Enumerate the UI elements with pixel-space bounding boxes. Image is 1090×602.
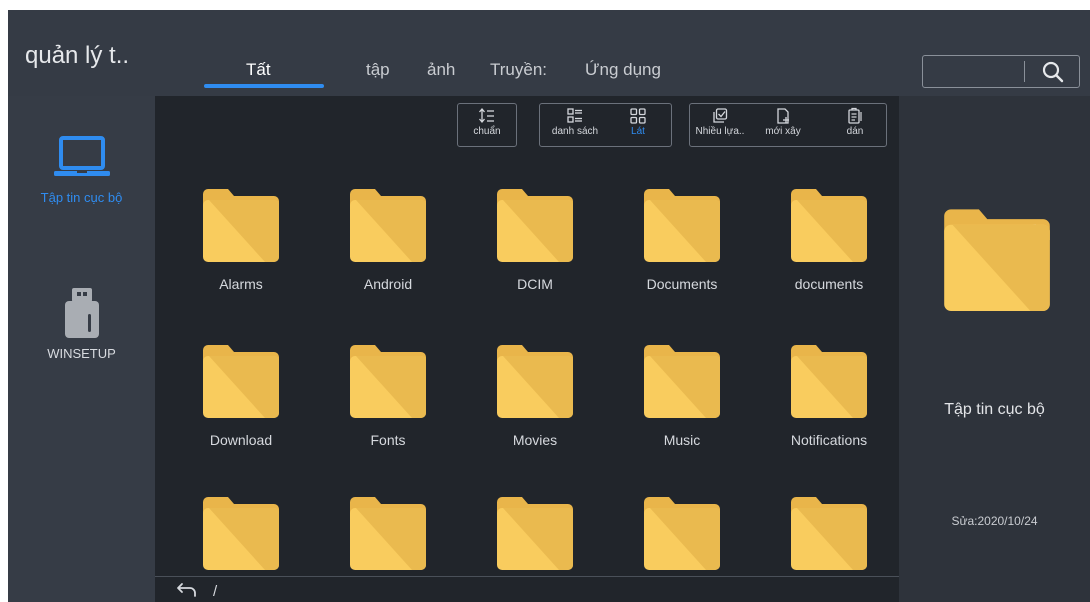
sidebar-item-local[interactable]: Tập tin cục bộ [8, 132, 155, 205]
folder-icon [497, 344, 573, 418]
tab-apps[interactable]: Ứng dụng [585, 60, 661, 80]
folder-item[interactable]: Music [622, 344, 742, 448]
usb-drive-icon [64, 288, 99, 338]
folder-icon [644, 344, 720, 418]
folder-item[interactable]: Alarms [181, 188, 301, 292]
view-group: danh sách Lát [539, 103, 672, 147]
list-view-label: danh sách [551, 126, 599, 137]
folder-icon [791, 496, 867, 570]
folder-item[interactable] [769, 496, 889, 570]
tile-view-button[interactable]: Lát [610, 107, 666, 137]
search-input[interactable] [927, 60, 1023, 84]
header-bar: quản lý t.. Tất tập ảnh Truyền: Ứng dụng [8, 10, 1090, 96]
app-title: quản lý t.. [25, 42, 130, 69]
folder-icon [497, 188, 573, 262]
folder-item[interactable]: Notifications [769, 344, 889, 448]
folder-item[interactable]: Fonts [328, 344, 448, 448]
multi-select-icon [713, 108, 728, 123]
folder-item[interactable]: Movies [475, 344, 595, 448]
current-path: / [213, 583, 218, 600]
folder-name: Movies [512, 432, 558, 448]
sort-icon [479, 107, 494, 124]
folder-icon [203, 496, 279, 570]
actions-group: Nhiều lựa.. mới xây dán [689, 103, 887, 147]
folder-name: Android [363, 276, 413, 292]
detail-title: Tập tin cục bộ [944, 401, 1045, 418]
sidebar: Tập tin cục bộ WINSETUP [8, 96, 155, 602]
folder-icon [350, 344, 426, 418]
folder-name: Music [663, 432, 701, 448]
multi-select-button[interactable]: Nhiều lựa.. [692, 107, 748, 137]
search-field[interactable] [922, 55, 1080, 88]
file-browser: chuẩn danh sách Lát Nhiều lựa.. mới xây … [155, 96, 899, 602]
sidebar-item-label: WINSETUP [47, 346, 116, 361]
new-file-icon [777, 108, 789, 124]
folder-item[interactable]: Documents [622, 188, 742, 292]
search-divider [1024, 61, 1025, 82]
folder-icon [497, 496, 573, 570]
folder-preview-icon [944, 208, 1050, 311]
folder-name: DCIM [517, 276, 553, 292]
folder-item[interactable]: Download [181, 344, 301, 448]
new-label: mới xây [765, 126, 801, 137]
app-window: quản lý t.. Tất tập ảnh Truyền: Ứng dụng [8, 10, 1090, 602]
laptop-icon [53, 136, 110, 176]
sort-label: chuẩn [473, 126, 501, 137]
detail-panel: Tập tin cục bộ Sửa:2020/10/24 [899, 96, 1090, 602]
paste-label: dán [846, 126, 864, 137]
folder-icon [644, 496, 720, 570]
folder-icon [350, 188, 426, 262]
sidebar-item-label: Tập tin cục bộ [40, 190, 123, 205]
folder-item[interactable]: Android [328, 188, 448, 292]
sort-group: chuẩn [457, 103, 517, 147]
folder-name: Notifications [790, 432, 868, 448]
tab-files[interactable]: tập [366, 60, 390, 80]
back-arrow-icon[interactable] [175, 581, 199, 599]
folder-name: documents [794, 276, 864, 292]
folder-icon [644, 188, 720, 262]
detail-modified-date: Sửa:2020/10/24 [951, 514, 1038, 528]
folder-item[interactable] [475, 496, 595, 570]
paste-icon [848, 107, 862, 124]
tab-images[interactable]: ảnh [427, 60, 455, 80]
tab-transfer[interactable]: Truyền: [490, 60, 547, 80]
folder-name: Alarms [219, 276, 263, 292]
folder-item[interactable] [328, 496, 448, 570]
search-button[interactable] [1028, 56, 1078, 87]
active-tab-indicator [204, 84, 324, 88]
folder-name: Documents [646, 276, 718, 292]
list-view-button[interactable]: danh sách [547, 107, 603, 137]
sort-button[interactable]: chuẩn [459, 107, 515, 137]
path-bar: / [155, 576, 899, 602]
folder-icon [791, 344, 867, 418]
search-icon [1042, 61, 1064, 82]
folder-icon [791, 188, 867, 262]
grid-view-icon [630, 108, 646, 124]
folder-name: Download [209, 432, 273, 448]
folder-item[interactable] [181, 496, 301, 570]
tab-all[interactable]: Tất [246, 60, 271, 80]
folder-item[interactable]: documents [769, 188, 889, 292]
multi-select-label: Nhiều lựa.. [695, 126, 745, 137]
sidebar-item-winsetup[interactable]: WINSETUP [8, 286, 155, 361]
tile-view-label: Lát [631, 126, 645, 137]
folder-name: Fonts [370, 432, 406, 448]
folder-icon [203, 188, 279, 262]
new-button[interactable]: mới xây [755, 107, 811, 137]
folder-item[interactable] [622, 496, 742, 570]
folder-item[interactable]: DCIM [475, 188, 595, 292]
folder-icon [350, 496, 426, 570]
paste-button[interactable]: dán [827, 107, 883, 137]
folder-icon [203, 344, 279, 418]
list-view-icon [567, 108, 582, 123]
